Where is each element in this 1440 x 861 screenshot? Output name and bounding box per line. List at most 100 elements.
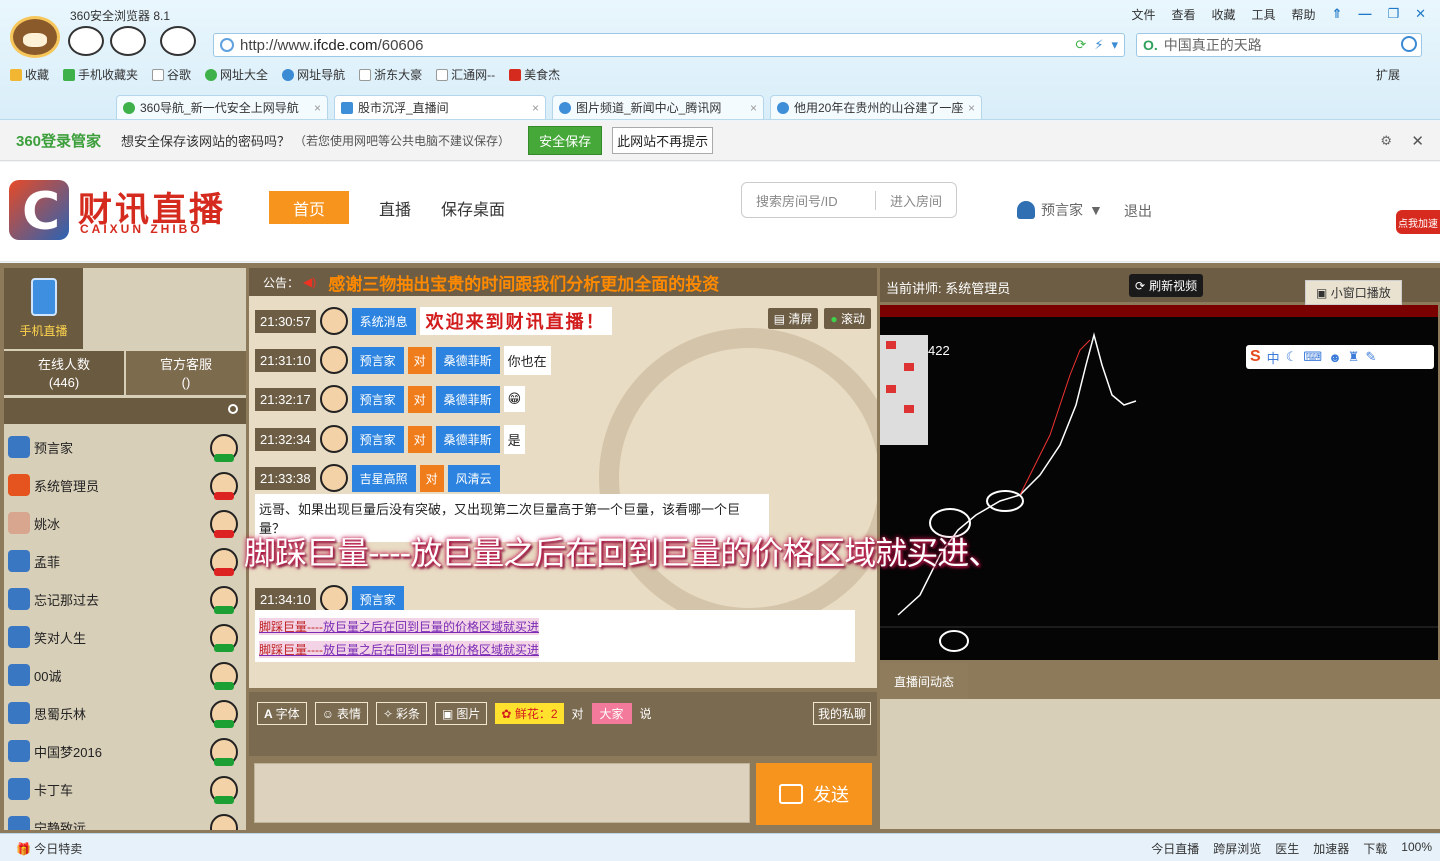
bookmark-item[interactable]: 汇通网-- [436,66,495,83]
clear-screen-button[interactable]: ▤ 清屏 [767,308,819,329]
restore-icon[interactable]: ❐ [1385,6,1401,23]
sender-name[interactable]: 吉星高照 [351,464,416,492]
emoji-button[interactable]: ☺ 表情 [314,702,368,725]
status-zoom[interactable]: 100% [1401,840,1432,857]
menu-view[interactable]: 查看 [1169,6,1197,23]
send-button[interactable]: 发送 [756,763,872,825]
close-icon[interactable]: × [532,101,539,115]
sender-name[interactable]: 系统消息 [351,307,416,335]
tab-360-nav[interactable]: 360导航_新一代安全上网导航 × [116,95,328,119]
user-list-item[interactable]: 姚冰 [4,504,246,542]
never-ask-button[interactable]: 此网站不再提示 [612,127,714,154]
user-list-item[interactable]: 笑对人生 [4,618,246,656]
nav-live[interactable]: 直播 [379,191,411,224]
mini-window-button[interactable]: ▣ 小窗口播放 [1305,280,1402,305]
save-password-button[interactable]: 安全保存 [528,126,603,155]
user-list-item[interactable]: 忘记那过去 [4,580,246,618]
close-icon[interactable]: × [314,101,321,115]
image-button[interactable]: ▣ 图片 [435,702,488,725]
sender-name[interactable]: 预言家 [351,385,404,413]
status-today-live[interactable]: 今日直播 [1151,840,1199,857]
nav-home[interactable]: 首页 [269,191,349,224]
status-download[interactable]: 下载 [1363,840,1387,857]
menu-tools[interactable]: 工具 [1250,6,1278,23]
video-player[interactable]: 422 S 中 ☾ ⌨ ☻ ♜ ✎ [880,305,1438,660]
target-name[interactable]: 桑德菲斯 [435,425,500,453]
sender-name[interactable]: 预言家 [351,425,404,453]
tab-qq-images[interactable]: 图片频道_新闻中心_腾讯网 × [552,95,764,119]
target-name[interactable]: 桑德菲斯 [435,346,500,374]
search-engine-icon[interactable]: O. [1143,37,1158,53]
color-bar-button[interactable]: ✧ 彩条 [375,702,428,725]
gear-icon[interactable]: ⚙ [1380,133,1392,149]
speaker-icon[interactable]: ◀) [303,275,316,289]
menu-help[interactable]: 帮助 [1290,6,1318,23]
tab-official-service[interactable]: 官方客服() [126,351,246,395]
bookmark-item[interactable]: 手机收藏夹 [63,66,138,83]
close-icon[interactable]: ✕ [1413,6,1428,23]
flower-button[interactable]: ✿ 鲜花：2 [495,703,564,724]
target-name[interactable]: 风清云 [447,464,500,492]
speedup-float-button[interactable]: 点我加速 [1396,210,1440,234]
tab-live-room[interactable]: 股市沉浮_直播间 × [334,95,546,119]
bookmark-item[interactable]: 美食杰 [509,66,560,83]
search-input[interactable]: 中国真正的天路 [1164,35,1262,55]
chat-message: 21:32:34 预言家对桑德菲斯是 [255,424,525,454]
private-chat-button[interactable]: 我的私聊 [812,702,871,725]
user-list-item[interactable]: 预言家 [4,428,246,466]
status-accelerator[interactable]: 加速器 [1313,840,1349,857]
close-icon[interactable]: × [750,101,757,115]
extend-button[interactable]: 扩展 [1376,66,1400,83]
user-list-item[interactable]: 中国梦2016 [4,732,246,770]
status-cross-screen[interactable]: 跨屏浏览 [1213,840,1261,857]
chevron-down-icon[interactable]: ▾ [1111,37,1118,53]
skin-icon[interactable]: ⇑ [1330,6,1345,23]
user-list-item[interactable]: 系统管理员 [4,466,246,504]
sender-name[interactable]: 预言家 [351,346,404,374]
nav-save-desktop[interactable]: 保存桌面 [441,191,505,224]
user-list-item[interactable]: 卡丁车 [4,770,246,808]
bookmark-item[interactable]: 网址大全 [205,66,268,83]
address-url[interactable]: http://www.ifcde.com/60606 [240,37,423,54]
mobile-live-button[interactable]: 手机直播 [4,268,83,349]
speed-icon[interactable]: ⚡ [1094,37,1103,53]
close-icon[interactable]: × [968,101,975,115]
refresh-icon[interactable]: ⟳ [1075,37,1086,53]
site-logo-icon[interactable] [9,180,69,242]
auto-scroll-toggle[interactable]: ● 滚动 [824,308,871,329]
refresh-video-button[interactable]: ⟳ 刷新视频 [1129,274,1204,297]
menu-file[interactable]: 文件 [1129,6,1157,23]
menu-favorites[interactable]: 收藏 [1209,6,1237,23]
daily-deals[interactable]: 🎁 今日特卖 [16,840,82,857]
font-button[interactable]: A 字体 [257,702,307,725]
logout-link[interactable]: 退出 [1124,201,1152,221]
user-icon [1017,201,1035,219]
tab-guizhou-article[interactable]: 他用20年在贵州的山谷建了一座 × [770,95,982,119]
search-icon[interactable] [228,404,238,414]
chat-input[interactable] [254,763,750,823]
bookmark-item[interactable]: 谷歌 [152,66,191,83]
user-list-item[interactable]: 孟菲 [4,542,246,580]
address-bar[interactable]: http://www.ifcde.com/60606 ⟳ ⚡ ▾ [213,33,1125,57]
tab-room-activity[interactable]: 直播间动态 [880,663,968,699]
tab-online-users[interactable]: 在线人数 (446) [4,351,124,395]
enter-room-button[interactable]: 进入房间 [876,191,942,210]
recipient-select[interactable]: 大家 [591,703,632,724]
search-bar[interactable]: O. 中国真正的天路 [1136,33,1422,57]
search-icon[interactable] [1401,36,1417,52]
user-list-item[interactable]: 宁静致远 [4,808,246,830]
user-search-input[interactable] [4,398,246,424]
close-icon[interactable]: ✕ [1411,132,1424,150]
target-name[interactable]: 桑德菲斯 [435,385,500,413]
bookmark-item[interactable]: 网址导航 [282,66,345,83]
user-list-item[interactable]: 思蜀乐林 [4,694,246,732]
bookmark-item[interactable]: 浙东大豪 [359,66,422,83]
room-search-input[interactable]: 搜索房间号/ID [742,190,876,210]
bookmark-item[interactable]: 收藏 [10,66,49,83]
user-menu[interactable]: 预言家 ▼ [1017,200,1103,220]
sender-name[interactable]: 预言家 [351,585,404,613]
user-list-item[interactable]: 00诚 [4,656,246,694]
user-name: 系统管理员 [34,478,100,494]
minimize-icon[interactable]: — [1356,6,1373,23]
status-doctor[interactable]: 医生 [1275,840,1299,857]
